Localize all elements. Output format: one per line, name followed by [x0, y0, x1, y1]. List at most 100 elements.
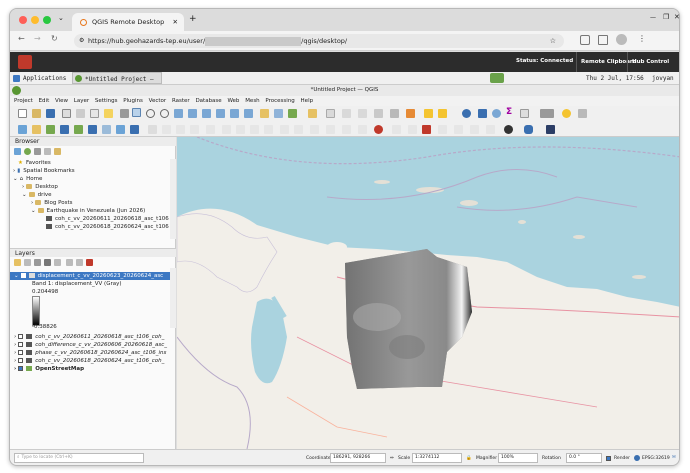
browser-item-desktop[interactable]: › Desktop: [10, 183, 176, 191]
zoom-native-icon[interactable]: [216, 109, 225, 118]
browser-item-blog-posts[interactable]: › Blog Posts: [10, 199, 176, 207]
close-window-button[interactable]: [19, 16, 27, 24]
copy-features-icon[interactable]: [250, 125, 259, 134]
window-restore-icon[interactable]: ❐: [663, 13, 669, 21]
browser-item-spatial-bookmarks[interactable]: › ▮ Spatial Bookmarks: [10, 167, 176, 175]
redo-icon[interactable]: [294, 125, 303, 134]
url-field[interactable]: ⚙ https://hub.geohazards-tep.eu/user/ /qg…: [74, 34, 564, 48]
layer-visibility-checkbox[interactable]: [18, 358, 24, 363]
browser-item-home[interactable]: ⌄ ⌂ Home: [10, 175, 176, 183]
merge-attributes-icon[interactable]: [454, 125, 463, 134]
browser-tab-qgis[interactable]: QGIS Remote Desktop ✕: [72, 13, 184, 31]
add-ring-icon[interactable]: [358, 125, 367, 134]
filter-legend-icon[interactable]: [44, 259, 51, 266]
menu-layer[interactable]: Layer: [74, 96, 89, 106]
plugin-panel-icon[interactable]: [546, 125, 555, 134]
collapse-all-icon[interactable]: [44, 148, 51, 155]
layer-visibility-checkbox[interactable]: [18, 350, 24, 355]
open-attribute-table-icon[interactable]: [342, 109, 351, 118]
messages-icon[interactable]: ✉: [672, 455, 676, 460]
expand-arrow-icon[interactable]: ›: [14, 350, 16, 356]
collapse-arrow-icon[interactable]: ⌄: [22, 192, 27, 198]
collapse-arrow-icon[interactable]: ⌄: [13, 176, 18, 182]
manage-map-themes-icon[interactable]: [34, 259, 41, 266]
layout-manager-icon[interactable]: [76, 109, 85, 118]
lock-icon[interactable]: 🔒: [466, 456, 472, 461]
delete-part-icon[interactable]: [374, 125, 383, 134]
add-vector-layer-icon[interactable]: [32, 125, 41, 134]
open-layer-styling-icon[interactable]: [14, 259, 21, 266]
pan-map-icon[interactable]: [120, 109, 129, 118]
statistical-summary-icon[interactable]: [374, 109, 383, 118]
menu-mesh[interactable]: Mesh: [245, 96, 259, 106]
expand-arrow-icon[interactable]: ›: [14, 342, 16, 348]
expand-all-icon[interactable]: [66, 259, 73, 266]
zoom-full-icon[interactable]: [174, 109, 183, 118]
collapse-arrow-icon[interactable]: ⌄: [31, 208, 36, 214]
expand-arrow-icon[interactable]: ›: [22, 184, 24, 190]
forward-arrow-icon[interactable]: →: [34, 34, 41, 43]
novnc-logo-icon[interactable]: [18, 55, 32, 69]
label-tool-icon[interactable]: [406, 109, 415, 118]
new-geopackage-icon[interactable]: [130, 125, 139, 134]
menu-processing[interactable]: Processing: [265, 96, 294, 106]
sidebar-icon[interactable]: [598, 35, 608, 45]
expand-arrow-icon[interactable]: ›: [13, 168, 15, 174]
layer-row[interactable]: › coh_c_vv_20260618_20260624_asc_t106_coh…: [10, 357, 176, 365]
add-wms-layer-icon[interactable]: [88, 125, 97, 134]
merge-features-icon[interactable]: [438, 125, 447, 134]
pan-selected-icon[interactable]: [132, 108, 141, 117]
scale-field[interactable]: 1:3274112: [412, 453, 462, 463]
reload-icon[interactable]: ↻: [51, 34, 58, 43]
python-console-icon[interactable]: [104, 109, 113, 118]
toggle-editing-icon[interactable]: [148, 125, 157, 134]
digitize-shape-icon[interactable]: [310, 125, 319, 134]
browser-item-raster[interactable]: coh_c_vv_20260611_20260618_asc_t106: [10, 215, 176, 223]
crs-globe-icon[interactable]: [634, 455, 640, 461]
new-tab-button[interactable]: +: [189, 14, 197, 24]
render-checkbox[interactable]: [606, 456, 611, 461]
browser-item-raster[interactable]: coh_c_vv_20260618_20260624_asc_t106: [10, 223, 176, 231]
tab-list-chevron-icon[interactable]: ⌄: [58, 14, 64, 22]
gps-tracker-icon[interactable]: [504, 125, 513, 134]
layer-visibility-checkbox[interactable]: [18, 366, 24, 371]
undo-icon[interactable]: [280, 125, 289, 134]
save-edits-icon[interactable]: [162, 125, 171, 134]
zoom-in-icon[interactable]: [146, 109, 155, 118]
expand-arrow-icon[interactable]: ›: [14, 358, 16, 364]
new-print-layout-icon[interactable]: [62, 109, 71, 118]
locator-search-input[interactable]: ⌕ Type to locate (Ctrl+K): [14, 453, 144, 463]
refresh-icon[interactable]: [288, 109, 297, 118]
filter-browser-icon[interactable]: [34, 148, 41, 155]
new-shapefile-icon[interactable]: [116, 125, 125, 134]
statistics-sigma-icon[interactable]: Σ: [506, 108, 515, 117]
extensions-icon[interactable]: [580, 35, 590, 45]
filter-by-expression-icon[interactable]: [54, 259, 61, 266]
expand-arrow-icon[interactable]: ›: [31, 200, 33, 206]
profile-avatar-icon[interactable]: [616, 34, 627, 45]
zoom-next-icon[interactable]: [244, 109, 253, 118]
more-tools-icon[interactable]: [578, 109, 587, 118]
refresh-browser-icon[interactable]: [24, 148, 31, 155]
collapse-arrow-icon[interactable]: ⌄: [14, 273, 19, 279]
new-project-icon[interactable]: [18, 109, 27, 118]
enable-properties-icon[interactable]: [54, 148, 61, 155]
change-label-icon[interactable]: [486, 125, 495, 134]
layer-row-basemap[interactable]: › OpenStreetMap: [10, 365, 176, 373]
vertex-tool-icon[interactable]: [206, 125, 215, 134]
select-features-icon[interactable]: [308, 109, 317, 118]
annotation-icon[interactable]: [424, 109, 433, 118]
menu-plugins[interactable]: Plugins: [123, 96, 143, 106]
zoom-to-layer-icon[interactable]: [202, 109, 211, 118]
applications-menu[interactable]: Applications: [23, 72, 66, 85]
menu-view[interactable]: View: [55, 96, 68, 106]
menu-web[interactable]: Web: [227, 96, 239, 106]
paste-features-icon[interactable]: [264, 125, 273, 134]
taskbar-window-qgis[interactable]: *Untitled Project — ...: [72, 72, 162, 84]
add-wfs-layer-icon[interactable]: [102, 125, 111, 134]
workspace-icon[interactable]: [490, 73, 504, 83]
add-delimited-text-icon[interactable]: [60, 125, 69, 134]
save-project-icon[interactable]: [46, 109, 55, 118]
layer-visibility-checkbox[interactable]: [18, 334, 24, 339]
measure-icon[interactable]: [390, 109, 399, 118]
